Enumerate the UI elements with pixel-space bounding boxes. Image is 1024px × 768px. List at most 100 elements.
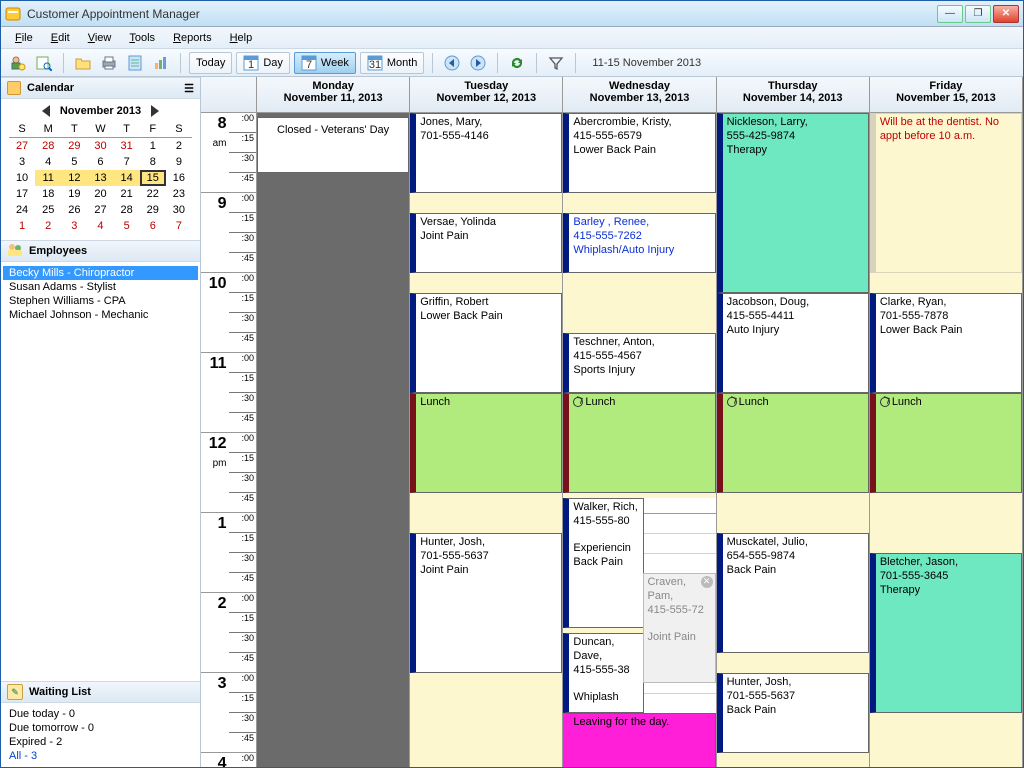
calendar-day[interactable]: 2 xyxy=(35,218,61,234)
calendar-day[interactable]: 13 xyxy=(87,170,113,186)
calendar-day[interactable]: 19 xyxy=(61,186,87,202)
calendar-day[interactable]: 25 xyxy=(35,202,61,218)
appointment[interactable]: Will be at the dentist. No appt before 1… xyxy=(870,113,1022,273)
dragging-appointment[interactable]: ✕Craven, Pam,415-555-72Joint Pain xyxy=(643,573,716,683)
menu-file[interactable]: File xyxy=(7,30,41,46)
appointment[interactable]: Nickleson, Larry,555-425-9874Therapy xyxy=(717,113,869,293)
appointment[interactable]: Musckatel, Julio,654-555-9874Back Pain xyxy=(717,533,869,653)
appointment[interactable]: Abercrombie, Kristy,415-555-6579Lower Ba… xyxy=(563,113,715,193)
day-header[interactable]: FridayNovember 15, 2013 xyxy=(870,77,1023,112)
appointment[interactable]: Bletcher, Jason,701-555-3645Therapy xyxy=(870,553,1022,713)
calendar-day[interactable]: 1 xyxy=(9,218,35,234)
print-icon[interactable] xyxy=(98,52,120,74)
day-column-tuesday[interactable]: Jones, Mary,701-555-4146 Versae, YolindaJ… xyxy=(410,113,563,767)
appointment[interactable]: Lunch xyxy=(410,393,562,493)
calendar-day[interactable]: 8 xyxy=(140,154,166,170)
day-header[interactable]: ThursdayNovember 14, 2013 xyxy=(717,77,870,112)
menu-tools[interactable]: Tools xyxy=(121,30,163,46)
appointment[interactable]: Walker, Rich,415-555-80ExperiencinBack P… xyxy=(563,498,644,628)
appointment[interactable]: Leaving for the day. xyxy=(563,713,715,767)
calendar-day[interactable]: 4 xyxy=(87,218,113,234)
employee-item[interactable]: Becky Mills - Chiropractor xyxy=(3,266,198,280)
calendar-day[interactable]: 27 xyxy=(87,202,113,218)
day-view-button[interactable]: 1Day xyxy=(236,52,290,74)
calendar-pane-header[interactable]: Calendar ☰ xyxy=(1,77,200,99)
appointment[interactable]: Clarke, Ryan,701-555-7878Lower Back Pain xyxy=(870,293,1022,393)
close-button[interactable]: ✕ xyxy=(993,5,1019,23)
calendar-day[interactable]: 3 xyxy=(9,154,35,170)
calendar-day[interactable]: 23 xyxy=(166,186,192,202)
day-column-friday[interactable]: Will be at the dentist. No appt before 1… xyxy=(870,113,1023,767)
calendar-day[interactable]: 30 xyxy=(87,138,113,155)
calendar-day[interactable]: 30 xyxy=(166,202,192,218)
calendar-day[interactable]: 5 xyxy=(114,218,140,234)
calendar-day[interactable]: 3 xyxy=(61,218,87,234)
next-month-icon[interactable] xyxy=(151,105,159,117)
menu-edit[interactable]: Edit xyxy=(43,30,78,46)
next-icon[interactable] xyxy=(467,52,489,74)
minimize-button[interactable]: — xyxy=(937,5,963,23)
filter-icon[interactable] xyxy=(545,52,567,74)
day-header[interactable]: TuesdayNovember 12, 2013 xyxy=(410,77,563,112)
employee-item[interactable]: Stephen Williams - CPA xyxy=(3,294,198,308)
waiting-expired[interactable]: Expired - 2 xyxy=(9,735,192,749)
prev-month-icon[interactable] xyxy=(42,105,50,117)
calendar-day[interactable]: 9 xyxy=(166,154,192,170)
calendar-day[interactable]: 11 xyxy=(35,170,61,186)
appointment[interactable]: Hunter, Josh,701-555-5637Joint Pain xyxy=(410,533,562,673)
prev-icon[interactable] xyxy=(441,52,463,74)
calendar-day[interactable]: 28 xyxy=(114,202,140,218)
calendar-day[interactable]: 29 xyxy=(140,202,166,218)
appointment[interactable]: Lunch xyxy=(563,393,715,493)
calendar-day[interactable]: 6 xyxy=(140,218,166,234)
calendar-day[interactable]: 12 xyxy=(61,170,87,186)
menu-help[interactable]: Help xyxy=(222,30,261,46)
close-icon[interactable]: ✕ xyxy=(701,576,713,588)
appointment[interactable]: Barley , Renee,415-555-7262Whiplash/Auto… xyxy=(563,213,715,273)
calendar-day[interactable]: 4 xyxy=(35,154,61,170)
calendar-day[interactable]: 7 xyxy=(114,154,140,170)
calendar-day[interactable]: 5 xyxy=(61,154,87,170)
calendar-day[interactable]: 10 xyxy=(9,170,35,186)
day-column-wednesday[interactable]: Abercrombie, Kristy,415-555-6579Lower Ba… xyxy=(563,113,716,767)
new-appt-icon[interactable] xyxy=(7,52,29,74)
employee-item[interactable]: Susan Adams - Stylist xyxy=(3,280,198,294)
calendar-day[interactable]: 6 xyxy=(87,154,113,170)
calendar-day[interactable]: 18 xyxy=(35,186,61,202)
menu-view[interactable]: View xyxy=(80,30,120,46)
calendar-day[interactable]: 24 xyxy=(9,202,35,218)
menu-reports[interactable]: Reports xyxy=(165,30,220,46)
open-icon[interactable] xyxy=(72,52,94,74)
calendar-day[interactable]: 1 xyxy=(140,138,166,155)
titlebar[interactable]: Customer Appointment Manager — ❐ ✕ xyxy=(1,1,1023,27)
day-column-monday[interactable]: Closed - Veterans' Day xyxy=(257,113,410,767)
maximize-button[interactable]: ❐ xyxy=(965,5,991,23)
appointment[interactable]: Jones, Mary,701-555-4146 xyxy=(410,113,562,193)
calendar-day[interactable]: 28 xyxy=(35,138,61,155)
calendar-day[interactable]: 22 xyxy=(140,186,166,202)
form-icon[interactable] xyxy=(124,52,146,74)
waiting-due-today[interactable]: Due today - 0 xyxy=(9,707,192,721)
calendar-day[interactable]: 2 xyxy=(166,138,192,155)
day-header[interactable]: WednesdayNovember 13, 2013 xyxy=(563,77,716,112)
appointment[interactable]: Duncan, Dave,415-555-38Whiplash xyxy=(563,633,644,713)
refresh-icon[interactable] xyxy=(506,52,528,74)
calendar-day[interactable]: 20 xyxy=(87,186,113,202)
appointment[interactable]: Griffin, RobertLower Back Pain xyxy=(410,293,562,393)
today-button[interactable]: Today xyxy=(189,52,232,74)
appointment[interactable]: Lunch xyxy=(870,393,1022,493)
closed-note[interactable]: Closed - Veterans' Day xyxy=(257,117,409,173)
calendar-day[interactable]: 26 xyxy=(61,202,87,218)
calendar-day[interactable]: 14 xyxy=(114,170,140,186)
month-view-button[interactable]: 31Month xyxy=(360,52,425,74)
calendar-day[interactable]: 16 xyxy=(166,170,192,186)
calendar-day[interactable]: 15 xyxy=(140,170,166,186)
calendar-day[interactable]: 17 xyxy=(9,186,35,202)
appointment[interactable]: Versae, YolindaJoint Pain xyxy=(410,213,562,273)
week-view-button[interactable]: 7Week xyxy=(294,52,356,74)
appointment[interactable]: Jacobson, Doug,415-555-4411Auto Injury xyxy=(717,293,869,393)
menu-icon[interactable]: ☰ xyxy=(184,82,194,95)
stats-icon[interactable] xyxy=(150,52,172,74)
employee-item[interactable]: Michael Johnson - Mechanic xyxy=(3,308,198,322)
day-column-thursday[interactable]: Nickleson, Larry,555-425-9874TherapyJaco… xyxy=(717,113,870,767)
